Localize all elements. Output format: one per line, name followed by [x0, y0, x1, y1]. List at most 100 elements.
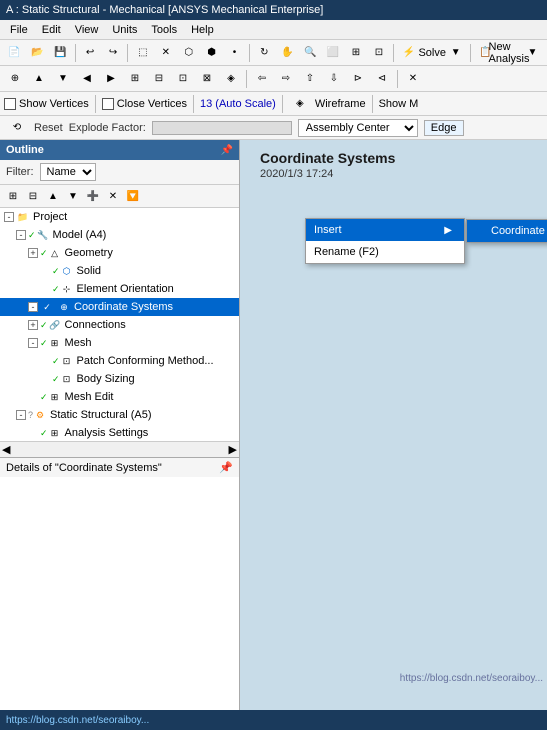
tree-item-connections[interactable]: + ✓ 🔗 Connections — [0, 316, 239, 334]
ctx-item-insert[interactable]: Insert ▶ Coordinate System — [306, 219, 464, 241]
ol-collapse[interactable]: ⊟ — [24, 187, 42, 205]
submenu-item-cs[interactable]: Coordinate System — [467, 220, 547, 242]
explode-slider[interactable] — [152, 121, 292, 135]
tb-r1[interactable]: ⊕ — [4, 68, 26, 90]
tb-r4[interactable]: ◀ — [76, 68, 98, 90]
expand-project[interactable]: - — [4, 212, 14, 222]
tree-item-geometry[interactable]: + ✓ △ Geometry — [0, 244, 239, 262]
tb-r3[interactable]: ▼ — [52, 68, 74, 90]
tree-item-anasettings[interactable]: ✓ ⊞ Analysis Settings — [0, 424, 239, 441]
expand-static[interactable]: - — [16, 410, 26, 420]
tb-r6[interactable]: ⊞ — [124, 68, 146, 90]
status-text: https://blog.csdn.net/seoraiboy... — [6, 715, 149, 726]
show-vertices-checkbox[interactable] — [4, 98, 16, 110]
tb-edge[interactable]: ✕ — [155, 42, 176, 64]
ol-up[interactable]: ▲ — [44, 187, 62, 205]
edge-button[interactable]: Edge — [424, 120, 464, 136]
tb-undo[interactable]: ↩ — [80, 42, 101, 64]
static-label: Static Structural (A5) — [50, 409, 151, 421]
tb-r15[interactable]: ⊳ — [347, 68, 369, 90]
tb-r13[interactable]: ⇧ — [299, 68, 321, 90]
ol-expand[interactable]: ⊞ — [4, 187, 22, 205]
ol-filter[interactable]: 🔽 — [124, 187, 142, 205]
ol-down[interactable]: ▼ — [64, 187, 82, 205]
tb-r10[interactable]: ◈ — [220, 68, 242, 90]
sep2 — [127, 44, 128, 62]
tb-r16[interactable]: ⊲ — [371, 68, 393, 90]
solve-button[interactable]: Solve — [421, 42, 443, 64]
expand-model[interactable]: - — [16, 230, 26, 240]
new-analysis-dropdown[interactable]: ▼ — [522, 42, 543, 64]
details-pin[interactable]: 📌 — [219, 461, 233, 474]
tb-r7[interactable]: ⊟ — [148, 68, 170, 90]
spacer-solid — [40, 265, 52, 277]
expand-conn[interactable]: + — [28, 320, 38, 330]
menu-view[interactable]: View — [69, 22, 105, 38]
tree-item-model[interactable]: - ✓ 🔧 Model (A4) — [0, 226, 239, 244]
tb-r5[interactable]: ▶ — [100, 68, 122, 90]
submenu-cs-icon — [475, 225, 487, 237]
reset-icon[interactable]: ⟲ — [6, 117, 28, 139]
patch-label: Patch Conforming Method... — [77, 355, 214, 367]
tb-rotate[interactable]: ↻ — [254, 42, 275, 64]
tb-new[interactable]: 📄 — [4, 42, 25, 64]
tb-redo[interactable]: ↪ — [103, 42, 124, 64]
menu-units[interactable]: Units — [106, 22, 143, 38]
project-icon: 📁 — [16, 210, 30, 224]
filter-select[interactable]: Name — [40, 163, 96, 181]
tree-area[interactable]: - 📁 Project - ✓ 🔧 Model (A4) + ✓ △ Geome… — [0, 208, 239, 441]
tree-item-static[interactable]: - ? ⚙ Static Structural (A5) — [0, 406, 239, 424]
tree-item-project[interactable]: - 📁 Project — [0, 208, 239, 226]
tree-item-mesh[interactable]: - ✓ ⊞ Mesh — [0, 334, 239, 352]
assembly-center-dropdown[interactable]: Assembly Center — [298, 119, 418, 137]
tb-save[interactable]: 💾 — [50, 42, 71, 64]
tb-r9[interactable]: ⊠ — [196, 68, 218, 90]
expand-geometry[interactable]: + — [28, 248, 38, 258]
expand-mesh[interactable]: - — [28, 338, 38, 348]
tb-r2[interactable]: ▲ — [28, 68, 50, 90]
ol-add[interactable]: ➕ — [84, 187, 102, 205]
tree-item-coordsystems[interactable]: - ✓ ⊕ Coordinate Systems — [0, 298, 239, 316]
tree-item-meshedit[interactable]: ✓ ⊞ Mesh Edit — [0, 388, 239, 406]
tb-select[interactable]: ⬚ — [132, 42, 153, 64]
tb-vertex[interactable]: • — [224, 42, 245, 64]
tb-face[interactable]: ⬡ — [178, 42, 199, 64]
solve-icon[interactable]: ⚡ — [398, 42, 419, 64]
tree-item-bodysizing[interactable]: ✓ ⊡ Body Sizing — [0, 370, 239, 388]
tb-zoomsel[interactable]: ⊡ — [368, 42, 389, 64]
tb-r11[interactable]: ⇦ — [251, 68, 273, 90]
solve-dropdown[interactable]: ▼ — [445, 42, 466, 64]
menu-edit[interactable]: Edit — [36, 22, 67, 38]
tb-r8[interactable]: ⊡ — [172, 68, 194, 90]
new-analysis-button[interactable]: New Analysis — [498, 42, 520, 64]
scroll-left[interactable]: ◀ — [2, 443, 10, 456]
tb-open[interactable]: 📂 — [27, 42, 48, 64]
pin-icon[interactable]: 📌 — [221, 145, 233, 156]
menu-tools[interactable]: Tools — [145, 22, 183, 38]
tb-zoombox[interactable]: ⬜ — [323, 42, 344, 64]
menu-file[interactable]: File — [4, 22, 34, 38]
ctx-item-rename[interactable]: Rename (F2) — [306, 241, 464, 263]
tb-pan[interactable]: ✋ — [277, 42, 298, 64]
show-vertices-label[interactable]: Show Vertices — [4, 98, 89, 110]
tb-r14[interactable]: ⇩ — [323, 68, 345, 90]
tree-item-elemorientation[interactable]: ✓ ⊹ Element Orientation — [0, 280, 239, 298]
close-vertices-checkbox[interactable] — [102, 98, 114, 110]
tree-item-patch[interactable]: ✓ ⊡ Patch Conforming Method... — [0, 352, 239, 370]
tb-r12[interactable]: ⇨ — [275, 68, 297, 90]
spacer-patch — [40, 355, 52, 367]
sep1 — [75, 44, 76, 62]
tb-zoomall[interactable]: ⊞ — [346, 42, 367, 64]
tb-r17[interactable]: ✕ — [402, 68, 424, 90]
tb-r18[interactable]: ◈ — [289, 93, 311, 115]
scroll-right[interactable]: ▶ — [229, 443, 237, 456]
expand-cs[interactable]: - — [28, 302, 38, 312]
menu-help[interactable]: Help — [185, 22, 220, 38]
tb-zoom[interactable]: 🔍 — [300, 42, 321, 64]
tree-scrollbar[interactable]: ◀ ▶ — [0, 441, 239, 457]
reset-button[interactable]: Reset — [34, 122, 63, 134]
tb-body[interactable]: ⬢ — [201, 42, 222, 64]
close-vertices-label[interactable]: Close Vertices — [102, 98, 187, 110]
tree-item-solid[interactable]: ✓ ⬡ Solid — [0, 262, 239, 280]
ol-delete[interactable]: ✕ — [104, 187, 122, 205]
